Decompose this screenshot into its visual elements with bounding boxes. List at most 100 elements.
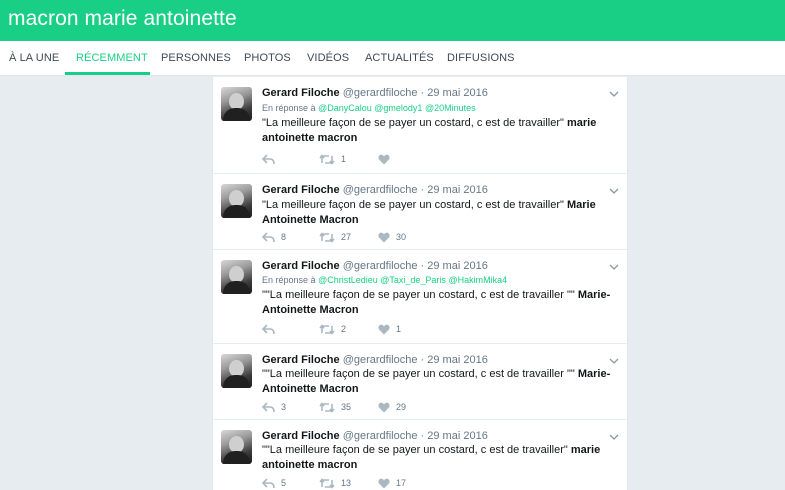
tweet-text-plain: ""La meilleure façon de se payer un cost… (262, 368, 578, 380)
reply-prefix: En réponse à (262, 103, 316, 113)
mention-link[interactable]: @DanyCalou (318, 103, 372, 113)
heart-icon (378, 154, 390, 165)
retweet-button[interactable]: 1 (319, 152, 346, 166)
avatar[interactable] (221, 87, 252, 121)
tab-top[interactable]: À LA UNE (9, 52, 59, 64)
avatar[interactable] (221, 260, 252, 294)
chevron-down-icon[interactable] (609, 429, 619, 440)
reply-button[interactable] (262, 152, 281, 166)
author-handle[interactable]: @gerardfiloche (343, 184, 418, 196)
tweet-header: Gerard Filoche @gerardfiloche · 29 mai 2… (262, 184, 488, 196)
heart-icon (378, 478, 390, 489)
tweet[interactable]: Gerard Filoche @gerardfiloche · 29 mai 2… (213, 250, 627, 344)
author-name[interactable]: Gerard Filoche (262, 260, 340, 272)
avatar[interactable] (221, 430, 252, 464)
tweet[interactable]: Gerard Filoche @gerardfiloche · 29 mai 2… (213, 420, 627, 490)
tab-broadcasts[interactable]: DIFFUSIONS (447, 52, 515, 64)
like-count: 29 (396, 402, 407, 412)
mention-link[interactable]: @ChristLedieu (318, 275, 378, 285)
author-name[interactable]: Gerard Filoche (262, 354, 340, 366)
retweet-icon (319, 323, 335, 335)
tab-people[interactable]: PERSONNES (161, 52, 231, 64)
separator: · (420, 430, 425, 442)
retweet-icon (319, 401, 335, 413)
author-name[interactable]: Gerard Filoche (262, 430, 340, 442)
mention-link[interactable]: @HakimMika4 (448, 275, 507, 285)
heart-icon (378, 402, 390, 413)
tab-photos[interactable]: PHOTOS (244, 52, 291, 64)
tweet-date[interactable]: 29 mai 2016 (427, 87, 488, 99)
tweet-text: ""La meilleure façon de se payer un cost… (262, 288, 622, 318)
separator: · (420, 354, 425, 366)
search-header: macron marie antoinette (0, 0, 785, 41)
reply-button[interactable]: 5 (262, 476, 286, 490)
mention-link[interactable]: @gmelody1 (374, 103, 422, 113)
retweet-button[interactable]: 13 (319, 476, 351, 490)
search-tabs: À LA UNE RÉCEMMENT PERSONNES PHOTOS VIDÉ… (0, 41, 785, 76)
retweet-button[interactable]: 2 (319, 322, 346, 336)
chevron-down-icon[interactable] (609, 259, 619, 270)
reply-button[interactable]: 8 (262, 230, 286, 244)
reply-context: En réponse à @ChristLedieu @Taxi_de_Pari… (262, 275, 507, 285)
retweet-icon (319, 231, 335, 243)
separator: · (420, 184, 425, 196)
tweet[interactable]: Gerard Filoche @gerardfiloche · 29 mai 2… (213, 344, 627, 420)
author-handle[interactable]: @gerardfiloche (343, 260, 418, 272)
tweet-stream: Gerard Filoche @gerardfiloche · 29 mai 2… (212, 77, 628, 490)
retweet-count: 1 (341, 154, 347, 164)
tweet-actions: 8 27 30 (262, 230, 562, 244)
heart-icon (378, 232, 390, 243)
tab-videos[interactable]: VIDÉOS (307, 52, 349, 64)
tweet-header: Gerard Filoche @gerardfiloche · 29 mai 2… (262, 87, 488, 99)
mention-link[interactable]: @20Minutes (425, 103, 476, 113)
like-button[interactable] (378, 152, 396, 166)
tweet[interactable]: Gerard Filoche @gerardfiloche · 29 mai 2… (213, 77, 627, 174)
like-button[interactable]: 30 (378, 230, 406, 244)
like-count: 1 (396, 324, 402, 334)
author-name[interactable]: Gerard Filoche (262, 184, 340, 196)
chevron-down-icon[interactable] (609, 86, 619, 97)
reply-button[interactable] (262, 322, 281, 336)
like-button[interactable]: 29 (378, 400, 406, 414)
reply-icon (262, 477, 275, 489)
author-handle[interactable]: @gerardfiloche (343, 430, 418, 442)
reply-icon (262, 323, 275, 335)
retweet-count: 13 (341, 478, 352, 488)
reply-icon (262, 153, 275, 165)
tweet-actions: 5 13 17 (262, 476, 562, 490)
reply-button[interactable]: 3 (262, 400, 286, 414)
like-count: 30 (396, 232, 407, 242)
retweet-button[interactable]: 35 (319, 400, 351, 414)
author-handle[interactable]: @gerardfiloche (343, 354, 418, 366)
separator: · (420, 260, 425, 272)
tweet-date[interactable]: 29 mai 2016 (427, 184, 488, 196)
author-name[interactable]: Gerard Filoche (262, 87, 340, 99)
like-button[interactable]: 17 (378, 476, 406, 490)
tweet-header: Gerard Filoche @gerardfiloche · 29 mai 2… (262, 354, 488, 366)
like-button[interactable]: 1 (378, 322, 401, 336)
search-query[interactable]: macron marie antoinette (8, 7, 237, 31)
reply-count: 5 (281, 478, 287, 488)
reply-icon (262, 231, 275, 243)
chevron-down-icon[interactable] (609, 183, 619, 194)
active-tab-indicator (65, 72, 150, 75)
avatar[interactable] (221, 354, 252, 388)
tab-latest[interactable]: RÉCEMMENT (76, 52, 148, 64)
avatar[interactable] (221, 184, 252, 218)
tweet[interactable]: Gerard Filoche @gerardfiloche · 29 mai 2… (213, 174, 627, 250)
chevron-down-icon[interactable] (609, 353, 619, 364)
tweet-text: "La meilleure façon de se payer un costa… (262, 198, 622, 228)
tab-news[interactable]: ACTUALITÉS (365, 52, 434, 64)
reply-context: En réponse à @DanyCalou @gmelody1 @20Min… (262, 103, 476, 113)
tweet-date[interactable]: 29 mai 2016 (427, 354, 488, 366)
reply-prefix: En réponse à (262, 275, 316, 285)
tweet-date[interactable]: 29 mai 2016 (427, 260, 488, 272)
retweet-count: 35 (341, 402, 352, 412)
mention-link[interactable]: @Taxi_de_Paris (380, 275, 446, 285)
tweet-text-plain: "La meilleure façon de se payer un costa… (262, 199, 567, 211)
retweet-icon (319, 153, 335, 165)
tweet-text-plain: ""La meilleure façon de se payer un cost… (262, 444, 571, 456)
retweet-button[interactable]: 27 (319, 230, 351, 244)
author-handle[interactable]: @gerardfiloche (343, 87, 418, 99)
tweet-date[interactable]: 29 mai 2016 (427, 430, 488, 442)
